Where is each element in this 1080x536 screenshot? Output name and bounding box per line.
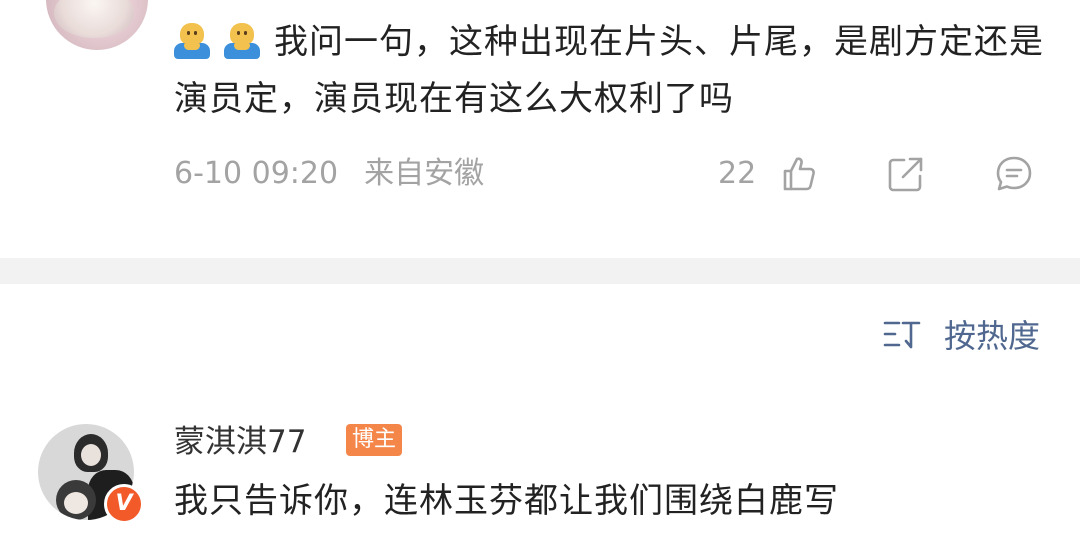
comment-body: 我问一句，这种出现在片头、片尾，是剧方定还是演员定，演员现在有这么大权利了吗: [174, 14, 1054, 128]
emoji-doge-icon: [174, 23, 210, 59]
sort-toggle[interactable]: 按热度: [882, 312, 1040, 356]
reply-button[interactable]: [992, 152, 1036, 196]
repost-button[interactable]: [884, 152, 928, 196]
comment-text: 我问一句，这种出现在片头、片尾，是剧方定还是演员定，演员现在有这么大权利了吗: [174, 22, 1044, 119]
verified-badge-icon: V: [104, 484, 144, 524]
commenter-username[interactable]: 蒙淇淇77: [174, 420, 306, 464]
emoji-doge-icon: [224, 23, 260, 59]
comment-meta: 6-10 09:20 来自安徽: [174, 152, 484, 196]
comment-location: 来自安徽: [364, 156, 485, 191]
comment-bubble-icon: [996, 156, 1032, 191]
author-badge: 博主: [346, 424, 403, 456]
commenter-avatar[interactable]: [46, 0, 148, 50]
comment-timestamp: 6-10 09:20: [174, 156, 339, 191]
like-count: 22: [718, 156, 757, 191]
avatar-image: [54, 0, 134, 38]
share-icon: [888, 157, 923, 192]
thumbs-up-icon: [783, 157, 815, 191]
sort-label: 按热度: [943, 317, 1040, 355]
weibo-comments-page: 我问一句，这种出现在片头、片尾，是剧方定还是演员定，演员现在有这么大权利了吗 6…: [0, 0, 1080, 536]
section-divider: [0, 258, 1080, 284]
comment-text: 我只告诉你，连林玉芬都让我们围绕白鹿写: [174, 481, 839, 521]
sort-icon: [883, 321, 921, 349]
like-button[interactable]: [776, 152, 820, 196]
